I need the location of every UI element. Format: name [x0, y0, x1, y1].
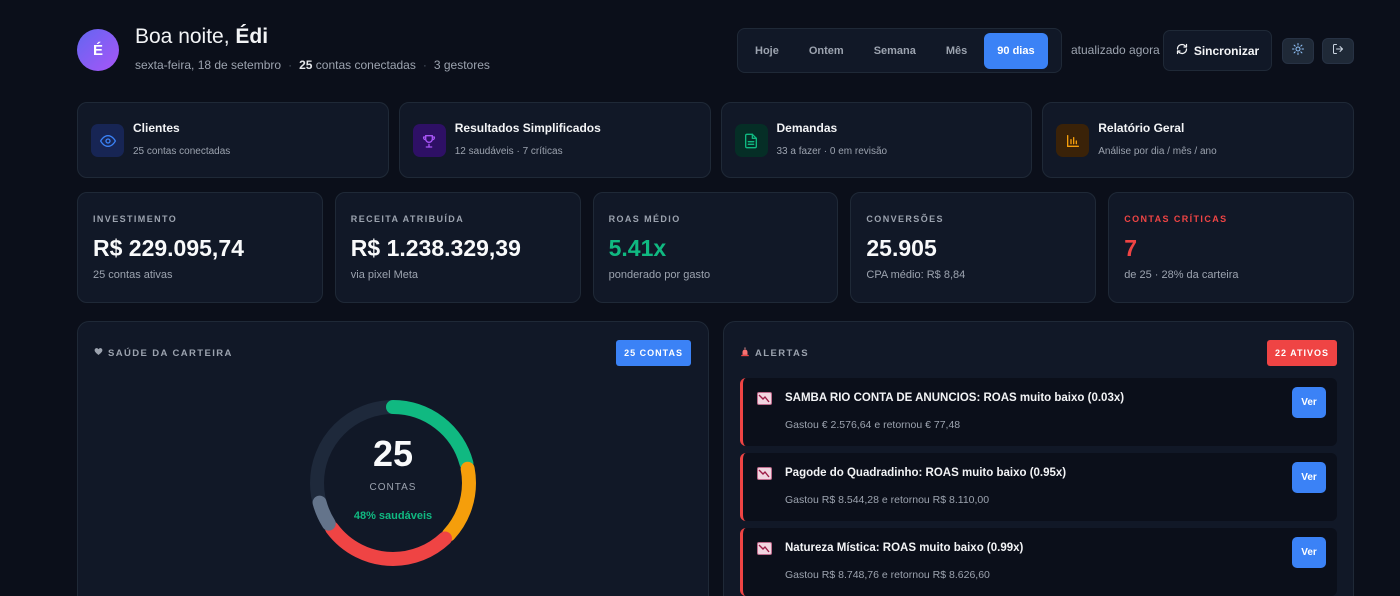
- alerts-panel-header: ALERTAS: [740, 347, 809, 360]
- managers-count: 3 gestores: [433, 58, 490, 72]
- period-ontem[interactable]: Ontem: [796, 33, 857, 69]
- alerts-panel-title: ALERTAS: [755, 348, 809, 359]
- donut-label: CONTAS: [369, 482, 417, 493]
- period-selector: Hoje Ontem Semana Mês 90 dias: [737, 28, 1062, 73]
- document-icon: [734, 124, 768, 157]
- metric-sub: via pixel Meta: [350, 269, 419, 281]
- accounts-count: 25: [299, 58, 313, 72]
- metric-sub: CPA médio: R$ 8,84: [866, 269, 966, 281]
- metric-label: RECEITA ATRIBUÍDA: [350, 214, 465, 224]
- metric-label: CONTAS CRÍTICAS: [1124, 214, 1228, 224]
- sync-button[interactable]: Sincronizar: [1163, 30, 1272, 71]
- shortcut-title: Clientes: [133, 121, 180, 135]
- metric-value: R$ 229.095,74: [93, 235, 244, 261]
- trending-down-icon: [757, 542, 772, 555]
- user-name: Édi: [235, 25, 269, 48]
- heart-icon: [94, 347, 103, 359]
- alert-item: Pagode do Quadradinho: ROAS muito baixo …: [740, 453, 1337, 521]
- metric-receita: RECEITA ATRIBUÍDA R$ 1.238.329,39 via pi…: [334, 192, 581, 303]
- active-alerts-badge: 22 ATIVOS: [1266, 340, 1337, 366]
- accounts-label: contas conectadas: [315, 58, 416, 72]
- greeting-prefix: Boa noite,: [135, 25, 230, 48]
- updated-status: atualizado agora: [1071, 43, 1160, 57]
- period-semana[interactable]: Semana: [861, 33, 929, 69]
- metric-value: R$ 1.238.329,39: [350, 235, 521, 261]
- alert-item: SAMBA RIO CONTA DE ANUNCIOS: ROAS muito …: [740, 378, 1337, 446]
- view-alert-button[interactable]: Ver: [1292, 387, 1326, 418]
- theme-toggle-button[interactable]: [1282, 38, 1314, 64]
- shortcut-subtitle: 25 contas conectadas: [133, 146, 231, 157]
- metric-contas-criticas: CONTAS CRÍTICAS 7 de 25 · 28% da carteir…: [1108, 192, 1354, 303]
- metric-conversoes: CONVERSÕES 25.905 CPA médio: R$ 8,84: [850, 192, 1097, 303]
- period-90-dias[interactable]: 90 dias: [984, 32, 1048, 69]
- metric-sub: 25 contas ativas: [93, 269, 173, 281]
- siren-icon: [740, 347, 750, 360]
- header: É Boa noite, Édi sexta-feira, 18 de sete…: [77, 25, 1354, 74]
- refresh-icon: [1176, 43, 1188, 58]
- shortcut-cards: Clientes 25 contas conectadas Resultados…: [77, 102, 1354, 178]
- metric-sub: de 25 · 28% da carteira: [1124, 269, 1239, 281]
- current-date: sexta-feira, 18 de setembro: [135, 58, 282, 72]
- shortcut-demandas[interactable]: Demandas 33 a fazer · 0 em revisão: [720, 102, 1033, 178]
- health-panel-header: SAÚDE DA CARTEIRA: [94, 347, 233, 359]
- alert-title: SAMBA RIO CONTA DE ANUNCIOS: ROAS muito …: [785, 392, 1125, 404]
- sync-label: Sincronizar: [1193, 43, 1260, 58]
- dashboard-page: É Boa noite, Édi sexta-feira, 18 de sete…: [0, 0, 1400, 596]
- header-subline: sexta-feira, 18 de setembro · 25 contas co…: [135, 58, 490, 72]
- alert-title: Natureza Mística: ROAS muito baixo (0.99…: [785, 542, 1024, 554]
- metric-value: 25.905: [866, 235, 937, 261]
- metric-cards: INVESTIMENTO R$ 229.095,74 25 contas ati…: [77, 192, 1354, 303]
- shortcut-subtitle: Análise por dia / mês / ano: [1098, 146, 1217, 157]
- metric-label: CONVERSÕES: [866, 214, 944, 224]
- logout-button[interactable]: [1322, 38, 1354, 64]
- metric-label: ROAS MÉDIO: [608, 214, 681, 224]
- alert-detail: Gastou R$ 8.748,76 e retornou R$ 8.626,6…: [785, 569, 990, 581]
- donut-total: 25: [372, 433, 414, 474]
- shortcut-resultados[interactable]: Resultados Simplificados 12 saudáveis · …: [398, 102, 711, 178]
- shortcut-relatorio[interactable]: Relatório Geral Análise por dia / mês / …: [1042, 102, 1354, 178]
- metric-label: INVESTIMENTO: [93, 214, 178, 224]
- metric-sub: ponderado por gasto: [608, 269, 711, 281]
- metric-value: 5.41x: [608, 235, 667, 261]
- health-panel-title: SAÚDE DA CARTEIRA: [108, 347, 233, 359]
- logout-icon: [1332, 42, 1344, 60]
- shortcut-subtitle: 12 saudáveis · 7 críticas: [454, 146, 563, 157]
- trophy-icon: [412, 124, 446, 157]
- portfolio-health-panel: SAÚDE DA CARTEIRA 25 CONTAS 25 CONTAS 48…: [77, 321, 709, 596]
- avatar[interactable]: É: [77, 29, 119, 71]
- shortcut-title: Demandas: [776, 121, 838, 135]
- alert-title: Pagode do Quadradinho: ROAS muito baixo …: [785, 467, 1067, 479]
- period-hoje[interactable]: Hoje: [742, 33, 792, 69]
- period-mes[interactable]: Mês: [933, 33, 980, 69]
- shortcut-title: Resultados Simplificados: [454, 121, 601, 135]
- shortcut-clientes[interactable]: Clientes 25 contas conectadas: [77, 102, 389, 178]
- donut-healthy-pct: 48% saudáveis: [353, 510, 433, 522]
- view-alert-button[interactable]: Ver: [1292, 462, 1326, 493]
- metric-value: 7: [1124, 235, 1137, 261]
- bar-chart-icon: [1056, 124, 1090, 157]
- alert-detail: Gastou R$ 8.544,28 e retornou R$ 8.110,0…: [785, 494, 990, 506]
- accounts-badge: 25 CONTAS: [616, 340, 691, 366]
- trending-down-icon: [757, 392, 772, 405]
- trending-down-icon: [757, 467, 772, 480]
- metric-investimento: INVESTIMENTO R$ 229.095,74 25 contas ati…: [77, 192, 323, 303]
- view-alert-button[interactable]: Ver: [1292, 537, 1326, 568]
- alert-detail: Gastou € 2.576,64 e retornou € 77,48: [785, 419, 961, 431]
- eye-icon: [91, 124, 124, 157]
- greeting: Boa noite, Édi: [135, 25, 268, 49]
- shortcut-subtitle: 33 a fazer · 0 em revisão: [776, 146, 888, 157]
- metric-roas: ROAS MÉDIO 5.41x ponderado por gasto: [592, 192, 839, 303]
- alert-item: Natureza Mística: ROAS muito baixo (0.99…: [740, 528, 1337, 596]
- sun-icon: [1292, 42, 1304, 60]
- shortcut-title: Relatório Geral: [1098, 121, 1185, 135]
- alerts-panel: ALERTAS 22 ATIVOS SAMBA RIO CONTA DE ANU…: [723, 321, 1354, 596]
